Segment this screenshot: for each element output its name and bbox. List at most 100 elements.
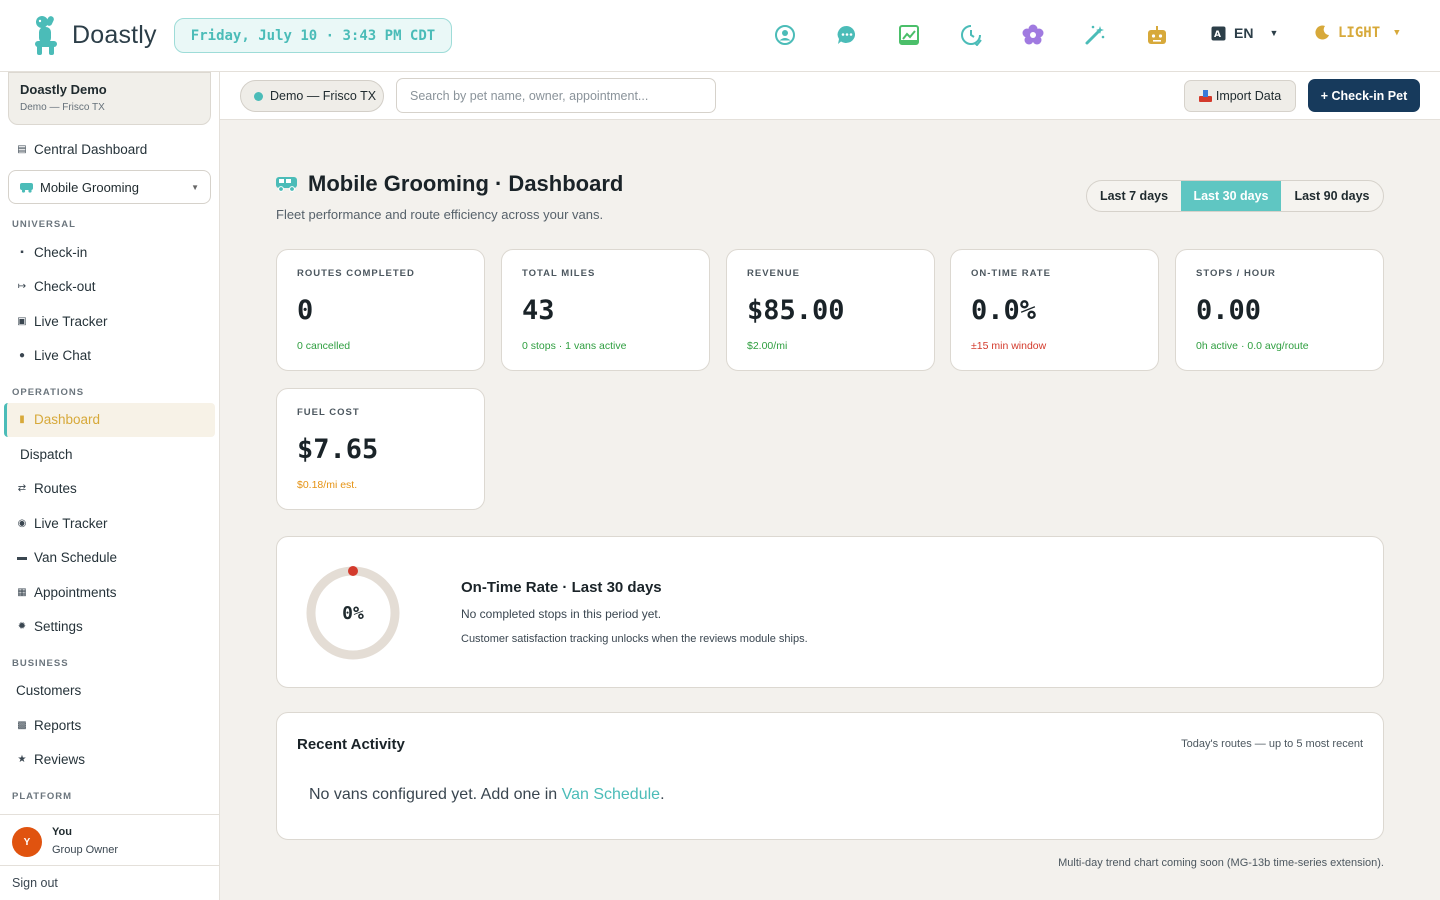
language-selector[interactable]: A EN ▼: [1211, 25, 1278, 41]
kpi-note: $2.00/mi: [747, 340, 788, 352]
range-90-days[interactable]: Last 90 days: [1281, 181, 1383, 211]
empty-state-message: No vans configured yet. Add one in Van S…: [309, 786, 665, 803]
kpi-note: 0h active · 0.0 avg/route: [1196, 340, 1309, 352]
check-in-pet-button[interactable]: + Check-in Pet: [1308, 79, 1420, 112]
kpi-label: ON-TIME RATE: [971, 268, 1051, 279]
sidebar-item-dashboard[interactable]: ▮ Dashboard: [16, 409, 100, 429]
status-dot-icon: [254, 91, 263, 101]
chart-icon[interactable]: [898, 24, 920, 46]
kpi-value: 0: [297, 295, 314, 326]
profile-icon[interactable]: [774, 24, 796, 46]
sidebar-item-reviews[interactable]: ★ Reviews: [16, 749, 86, 769]
chevron-down-icon: ▼: [1394, 28, 1400, 38]
sidebar-item-live-tracker-ops[interactable]: ◉ Live Tracker: [16, 513, 108, 533]
app-logo[interactable]: Doastly: [30, 14, 157, 56]
sidebar: Doastly Demo Demo — Frisco TX ▤ Central …: [0, 72, 220, 900]
broadcast-icon: ◉: [17, 517, 27, 529]
recent-activity-caption: Today's routes — up to 5 most recent: [1181, 738, 1363, 750]
on-time-card: 0% On-Time Rate · Last 30 days No comple…: [276, 536, 1384, 688]
kpi-value: 43: [522, 295, 555, 326]
route-icon: ⇄: [17, 482, 27, 494]
section-platform: PLATFORM: [12, 791, 73, 802]
kpi-value: $85.00: [747, 295, 845, 326]
sidebar-item-van-schedule[interactable]: ▬ Van Schedule: [16, 547, 117, 567]
page-title: Mobile Grooming · Dashboard: [276, 171, 623, 197]
on-time-note: Customer satisfaction tracking unlocks w…: [461, 633, 808, 645]
van-schedule-link[interactable]: Van Schedule: [562, 786, 660, 803]
sidebar-item-central-dashboard[interactable]: ▤ Central Dashboard: [16, 139, 147, 159]
kpi-note: 0 cancelled: [297, 340, 351, 352]
kpi-value: $7.65: [297, 434, 379, 465]
sidebar-item-customers[interactable]: Customers: [16, 680, 81, 700]
kpi-card: FUEL COST $7.65 $0.18/mi est.: [276, 388, 485, 510]
range-7-days[interactable]: Last 7 days: [1087, 181, 1181, 211]
sidebar-item-check-in[interactable]: ▪ Check-in: [16, 242, 87, 262]
search-input[interactable]: [396, 78, 716, 113]
chat-icon[interactable]: [836, 24, 858, 46]
page-subtitle: Fleet performance and route efficiency a…: [276, 207, 604, 222]
robot-icon[interactable]: [1146, 24, 1168, 46]
kpi-card: TOTAL MILES 43 0 stops · 1 vans active: [501, 249, 710, 371]
clock-icon[interactable]: [960, 24, 982, 46]
recent-activity-title: Recent Activity: [297, 736, 405, 753]
kpi-note: 0 stops · 1 vans active: [522, 340, 627, 352]
app-name: Doastly: [72, 20, 157, 49]
sidebar-item-check-out[interactable]: ↦ Check-out: [16, 276, 96, 296]
gear-icon: ✹: [17, 620, 27, 632]
sidebar-item-routes[interactable]: ⇄ Routes: [16, 478, 77, 498]
section-business: BUSINESS: [12, 658, 69, 669]
translate-icon: A: [1211, 26, 1226, 40]
flower-icon[interactable]: [1022, 24, 1044, 46]
exit-icon: ↦: [17, 280, 27, 292]
kpi-value: 0.0%: [971, 295, 1037, 326]
kpi-label: STOPS / HOUR: [1196, 268, 1276, 279]
magic-wand-icon[interactable]: [1084, 24, 1106, 46]
language-label: EN: [1234, 25, 1254, 41]
sidebar-item-appointments[interactable]: ▦ Appointments: [16, 582, 116, 602]
chevron-down-icon: ▼: [191, 182, 199, 192]
section-universal: UNIVERSAL: [12, 219, 76, 230]
kpi-label: TOTAL MILES: [522, 268, 596, 279]
org-switcher[interactable]: Doastly Demo Demo — Frisco TX: [8, 72, 211, 125]
sidebar-item-live-chat[interactable]: ● Live Chat: [16, 345, 91, 365]
monitor-icon: ▣: [17, 315, 27, 327]
module-selector[interactable]: Mobile Grooming ▼: [8, 170, 211, 204]
location-pill[interactable]: Demo — Frisco TX: [240, 80, 384, 112]
user-card[interactable]: Y You Group Owner: [0, 814, 219, 866]
range-30-days[interactable]: Last 30 days: [1181, 181, 1281, 211]
org-location: Demo — Frisco TX: [20, 102, 105, 113]
kpi-card: STOPS / HOUR 0.00 0h active · 0.0 avg/rout…: [1175, 249, 1384, 371]
van-icon: [20, 182, 33, 193]
clipboard-icon: ▪: [20, 246, 24, 258]
van-icon: [276, 177, 297, 192]
kpi-card: ON-TIME RATE 0.0% ±15 min window: [950, 249, 1159, 371]
sidebar-item-settings[interactable]: ✹ Settings: [16, 616, 83, 636]
user-name: You: [52, 826, 72, 838]
kpi-label: ROUTES COMPLETED: [297, 268, 415, 279]
on-time-ring-value: 0%: [342, 602, 364, 624]
page-title-text: Mobile Grooming · Dashboard: [308, 171, 624, 196]
moon-icon: [1315, 25, 1329, 40]
kpi-label: FUEL COST: [297, 407, 360, 418]
sidebar-item-live-tracker[interactable]: ▣ Live Tracker: [16, 311, 107, 331]
date-range-toggle: Last 7 days Last 30 days Last 90 days: [1086, 180, 1384, 212]
import-data-button[interactable]: Import Data: [1184, 80, 1296, 112]
dashboard-icon: ▤: [17, 143, 27, 155]
kpi-note: $0.18/mi est.: [297, 479, 358, 491]
image-chart-icon: ▩: [17, 719, 27, 731]
sign-out-link[interactable]: Sign out: [0, 865, 219, 900]
chevron-down-icon: ▼: [1269, 28, 1279, 38]
star-icon: ★: [17, 753, 27, 765]
theme-selector[interactable]: LIGHT ▼: [1314, 25, 1400, 41]
bar-chart-icon: ▮: [19, 413, 25, 425]
chat-bubble-icon: ●: [18, 349, 26, 361]
sidebar-item-dispatch[interactable]: Dispatch: [20, 444, 73, 464]
avatar: Y: [12, 827, 42, 857]
theme-label: LIGHT: [1338, 25, 1381, 41]
top-bar: Doastly Friday, July 10 · 3:43 PM CDT A …: [0, 0, 1440, 72]
on-time-title: On-Time Rate · Last 30 days: [461, 579, 662, 596]
sidebar-item-reports[interactable]: ▩ Reports: [16, 715, 81, 735]
dog-logo-icon: [35, 16, 57, 55]
svg-text:A: A: [1214, 30, 1221, 40]
footnote: Multi-day trend chart coming soon (MG-13…: [1058, 857, 1384, 869]
